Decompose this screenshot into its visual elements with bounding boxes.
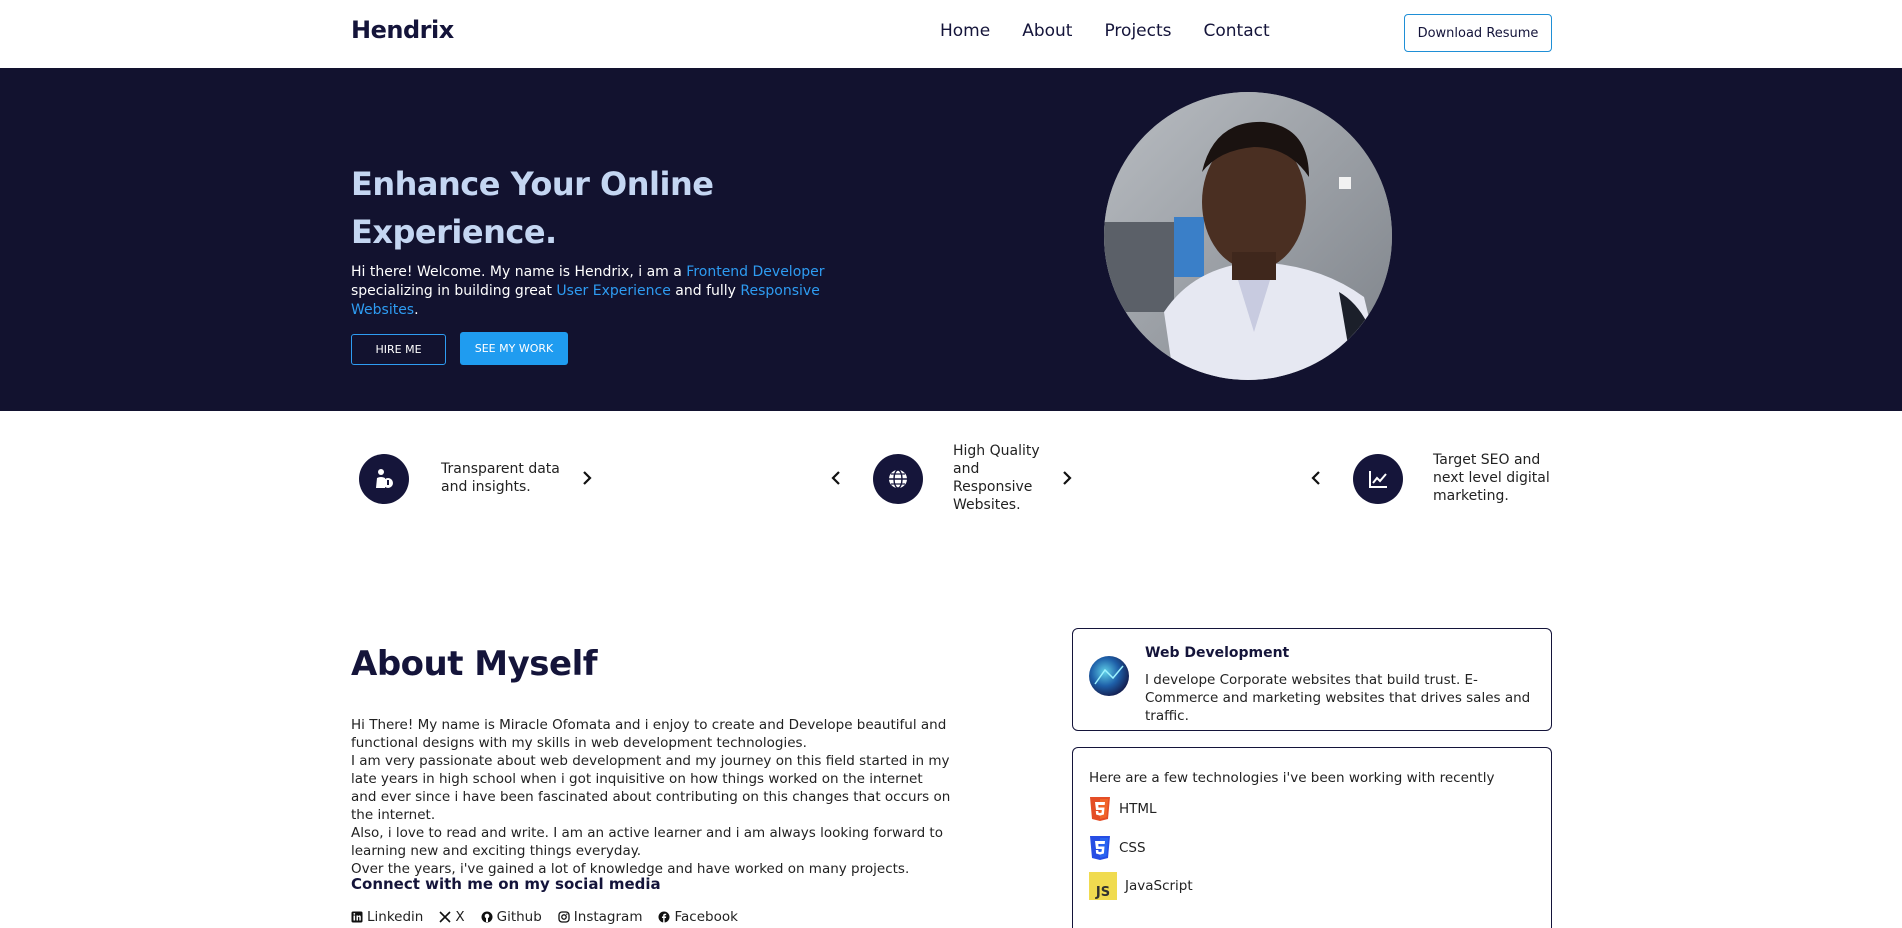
web-development-thumbnail	[1089, 656, 1129, 696]
social-label: Instagram	[573, 909, 643, 925]
about-body: Hi There! My name is Miracle Ofomata and…	[351, 716, 951, 878]
social-label: X	[455, 909, 465, 925]
feature-icon-wrap	[359, 454, 409, 504]
web-development-card: Web Development I develope Corporate web…	[1072, 628, 1552, 731]
tech-item-javascript: JS JavaScript	[1089, 872, 1193, 900]
feature-text: Target SEO and next level digital market…	[1433, 452, 1550, 504]
instagram-icon	[558, 911, 570, 923]
facebook-icon	[658, 911, 670, 923]
hero-intro-part: .	[414, 302, 419, 318]
about-paragraph: I am very passionate about web developme…	[351, 753, 951, 823]
hero-intro-part: specializing in building great	[351, 283, 557, 299]
tech-item-css: CSS	[1089, 835, 1146, 861]
feature-text: Transparent data and insights.	[441, 461, 560, 495]
technologies-card: Here are a few technologies i've been wo…	[1072, 747, 1552, 928]
nav-link-projects[interactable]: Projects	[1104, 21, 1171, 41]
chevron-right-icon[interactable]	[579, 470, 595, 486]
social-link-facebook[interactable]: Facebook	[658, 909, 738, 925]
feature-icon-wrap	[1353, 454, 1403, 504]
web-development-image	[1089, 656, 1129, 696]
nav-link-home[interactable]: Home	[940, 21, 990, 41]
connect-heading: Connect with me on my social media	[351, 875, 661, 893]
download-resume-button[interactable]: Download Resume	[1404, 14, 1552, 52]
tech-label: JavaScript	[1125, 878, 1193, 894]
highlight-user-experience: User Experience	[556, 283, 671, 299]
social-link-linkedin[interactable]: Linkedin	[351, 909, 423, 925]
javascript-icon: JS	[1089, 872, 1117, 900]
profile-photo	[1104, 92, 1392, 380]
brand-logo[interactable]: Hendrix	[351, 16, 454, 44]
svg-text:JS: JS	[1095, 885, 1110, 900]
social-link-github[interactable]: Github	[481, 909, 542, 925]
see-my-work-button[interactable]: SEE MY WORK	[460, 332, 568, 365]
profile-photo-illustration	[1104, 92, 1392, 380]
person-data-icon	[376, 469, 393, 488]
nav-link-contact[interactable]: Contact	[1204, 21, 1270, 41]
nav-link-about[interactable]: About	[1022, 21, 1072, 41]
hero-section: Enhance Your Online Experience. Hi there…	[0, 68, 1902, 411]
tech-label: CSS	[1119, 840, 1146, 856]
about-paragraph: Hi There! My name is Miracle Ofomata and…	[351, 717, 947, 751]
tech-item-html: HTML	[1089, 796, 1157, 822]
css3-icon	[1090, 836, 1110, 860]
globe-icon	[889, 469, 907, 489]
web-development-description: I develope Corporate websites that build…	[1145, 672, 1531, 724]
technologies-intro: Here are a few technologies i've been wo…	[1089, 770, 1495, 786]
hire-me-button[interactable]: HIRE ME	[351, 334, 446, 365]
hero-intro-part: and fully	[670, 283, 741, 299]
social-links: Linkedin X Github Instagram Facebook	[351, 909, 738, 925]
nav-links: Home About Projects Contact	[940, 21, 1270, 41]
hero-title: Enhance Your Online Experience.	[351, 165, 714, 251]
highlight-frontend-developer: Frontend Developer	[686, 264, 825, 280]
linkedin-icon	[351, 911, 363, 923]
top-navbar: Hendrix Home About Projects Contact Down…	[0, 0, 1902, 68]
social-link-x[interactable]: X	[439, 909, 465, 925]
social-label: Github	[496, 909, 542, 925]
chevron-right-icon[interactable]	[1059, 470, 1075, 486]
web-development-title: Web Development	[1145, 645, 1290, 661]
tech-label: HTML	[1119, 801, 1157, 817]
hero-intro: Hi there! Welcome. My name is Hendrix, i…	[351, 263, 871, 320]
chevron-left-icon[interactable]	[1308, 470, 1324, 486]
html5-icon	[1090, 797, 1110, 821]
chevron-left-icon[interactable]	[828, 470, 844, 486]
social-label: Facebook	[674, 909, 738, 925]
x-icon	[439, 911, 451, 923]
social-link-instagram[interactable]: Instagram	[558, 909, 643, 925]
feature-icon-wrap	[873, 454, 923, 504]
about-paragraph: Also, i love to read and write. I am an …	[351, 825, 943, 859]
chart-line-icon	[1369, 471, 1387, 488]
social-label: Linkedin	[367, 909, 424, 925]
about-title: About Myself	[351, 644, 598, 684]
github-icon	[481, 911, 493, 923]
feature-text: High Quality and Responsive Websites.	[953, 443, 1040, 513]
hero-intro-part: Hi there! Welcome. My name is Hendrix, i…	[351, 264, 687, 280]
